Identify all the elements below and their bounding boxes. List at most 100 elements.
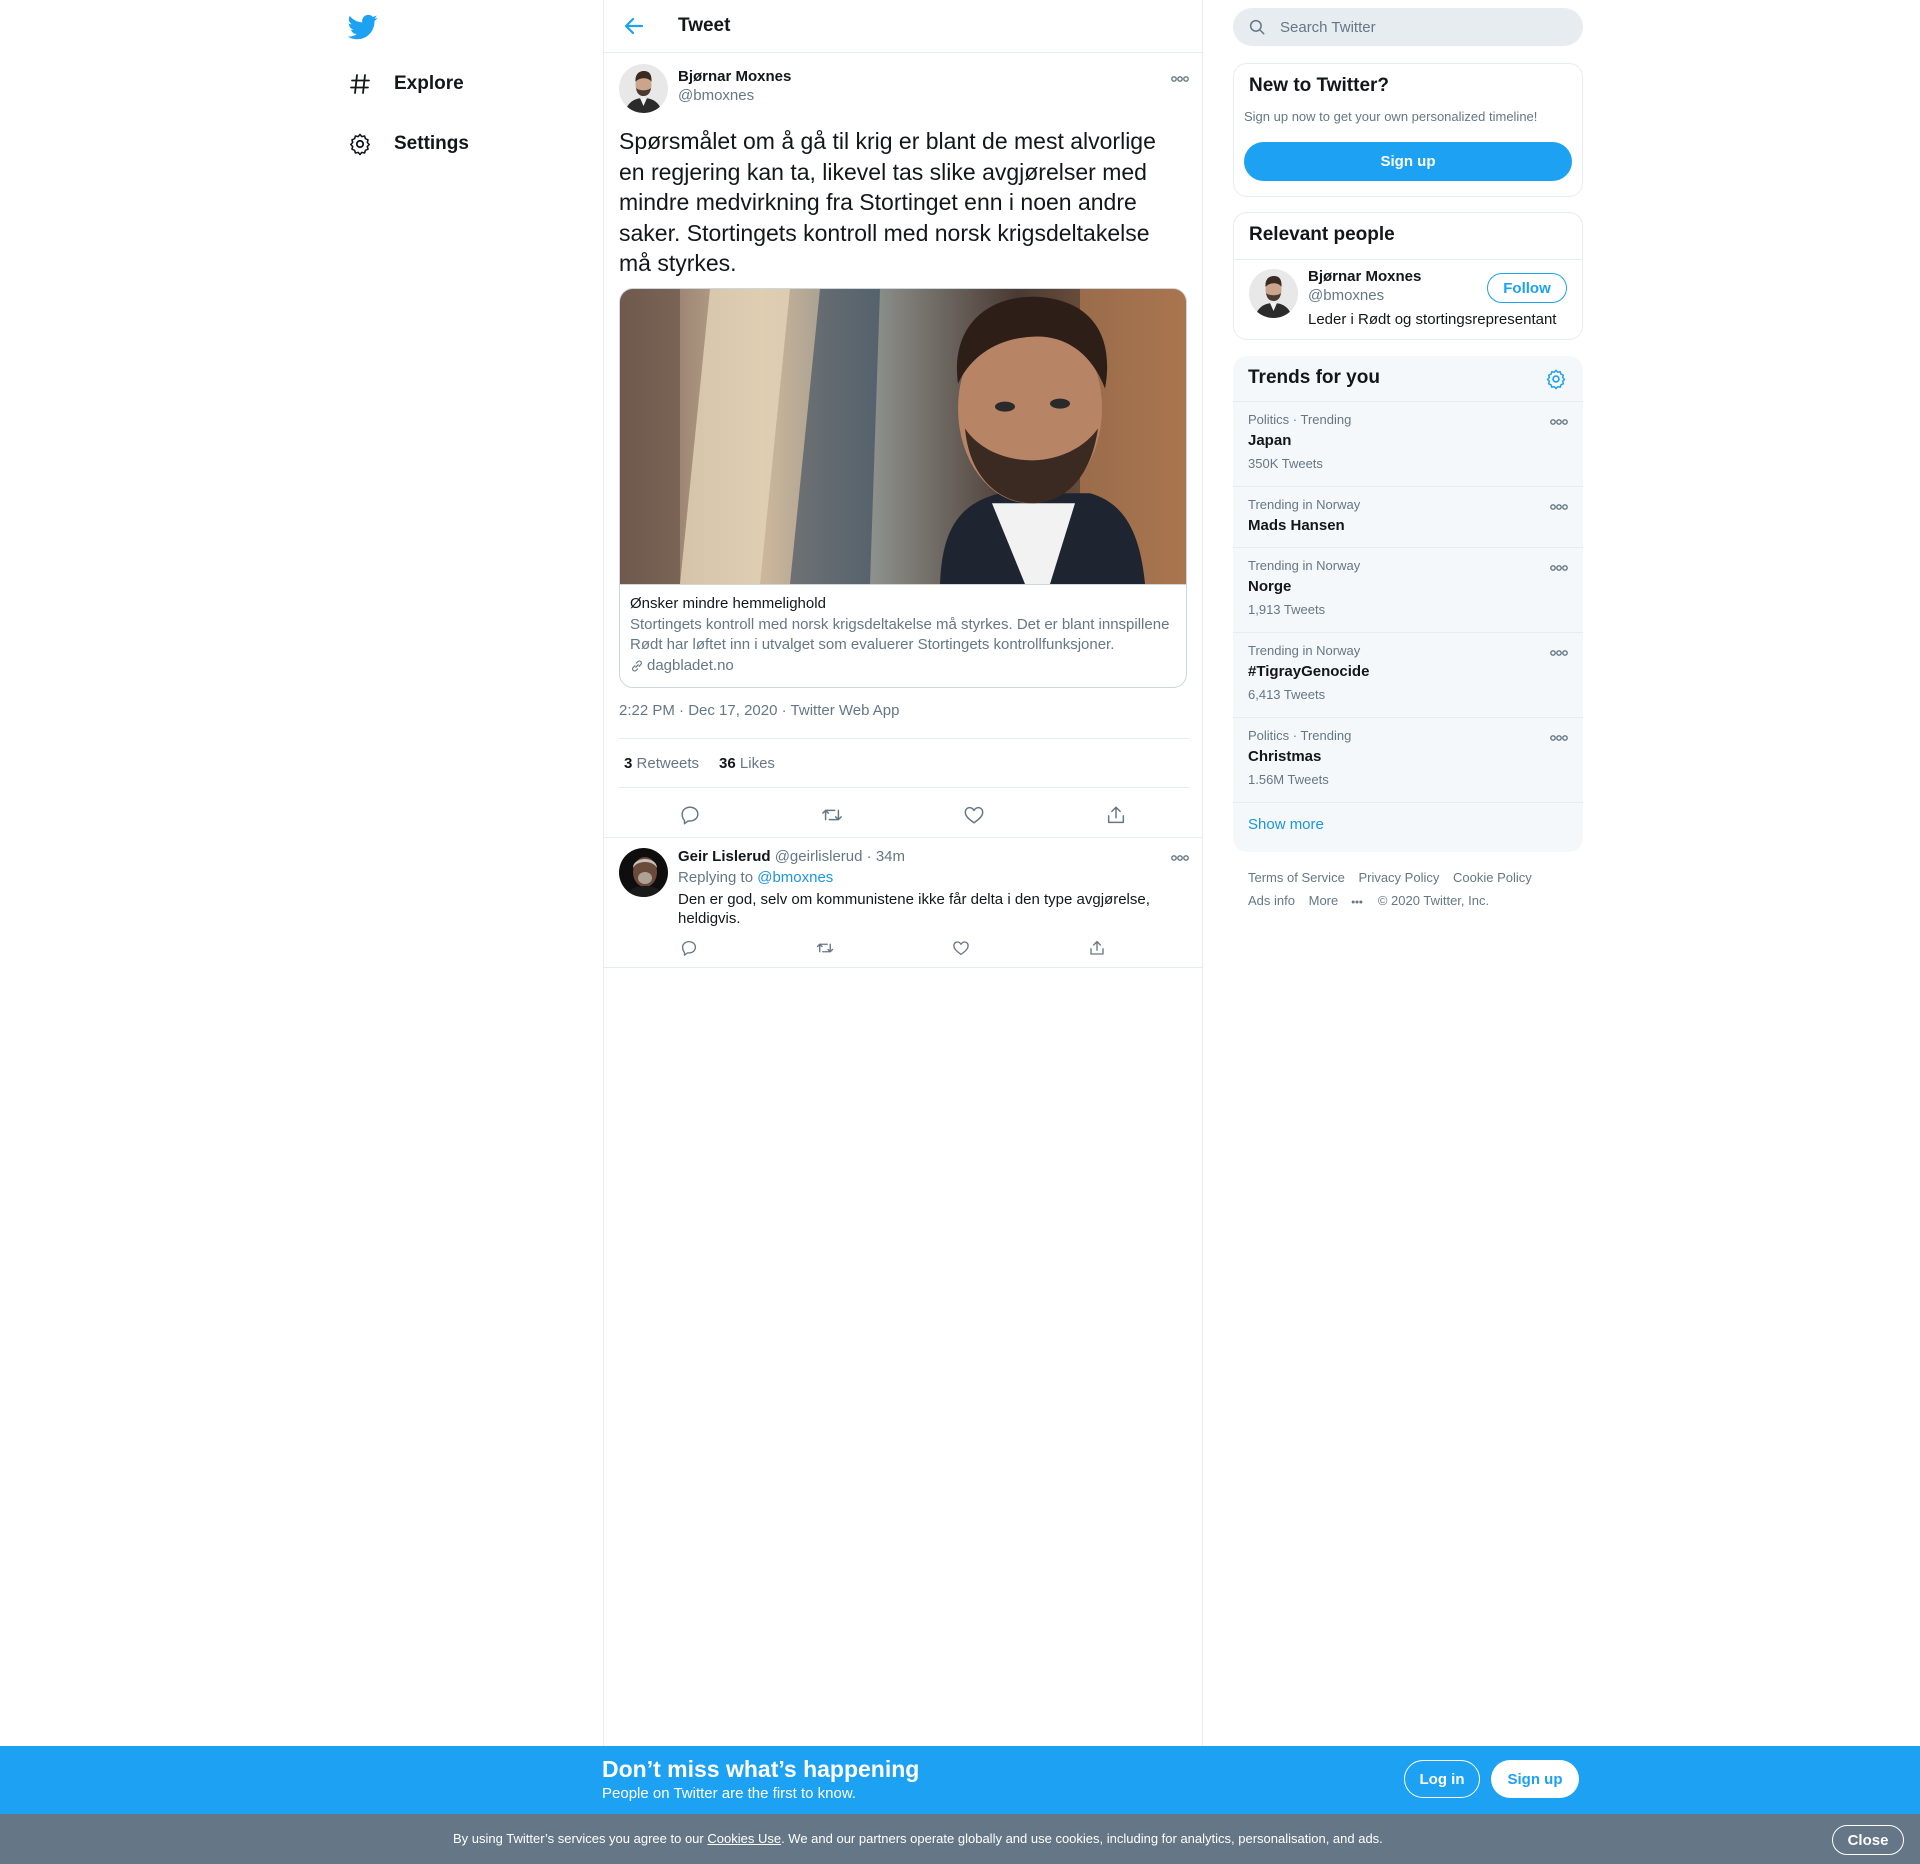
reply-author-handle[interactable]: @geirlislerud <box>775 848 863 865</box>
more-options-icon[interactable] <box>1548 733 1570 743</box>
search-input[interactable] <box>1280 8 1570 46</box>
retweets-stat[interactable]: 3 Retweets <box>624 755 699 772</box>
trend-count: 1,913 Tweets <box>1248 602 1326 617</box>
trend-context: Trending in Norway <box>1248 643 1361 658</box>
footer-link-privacy[interactable]: Privacy Policy <box>1358 870 1439 885</box>
footer-more[interactable]: More <box>1309 893 1365 908</box>
divider <box>604 967 1202 968</box>
footer-link-cookie-policy[interactable]: Cookie Policy <box>1453 870 1532 885</box>
trend-context: Politics · Trending <box>1248 412 1352 427</box>
trend-item[interactable]: Trending in Norway Norge 1,913 Tweets <box>1233 548 1583 633</box>
reply-header: Geir Lislerud @geirlislerud · 34m <box>678 848 905 865</box>
tweet-date[interactable]: Dec 17, 2020 <box>688 702 777 719</box>
trend-item[interactable]: Politics · Trending Japan 350K Tweets <box>1233 402 1583 487</box>
retweet-icon[interactable] <box>816 939 834 957</box>
panel-title: Relevant people <box>1249 224 1395 245</box>
sign-up-button[interactable]: Sign up <box>1244 142 1572 181</box>
trend-context: Trending in Norway <box>1248 558 1361 573</box>
arrow-left-icon[interactable] <box>622 14 646 38</box>
like-icon[interactable] <box>963 804 985 826</box>
card-image <box>620 289 1186 585</box>
tweet-source[interactable]: Twitter Web App <box>791 702 900 719</box>
promo-sign-up-button[interactable]: Sign up <box>1491 1760 1579 1798</box>
retweet-icon[interactable] <box>821 804 843 826</box>
trend-item[interactable]: Politics · Trending Christmas 1.56M Twee… <box>1233 718 1583 803</box>
trend-count: 350K Tweets <box>1248 456 1323 471</box>
reply-icon[interactable] <box>679 804 701 826</box>
trends-panel: Trends for you Politics · Trending Japan… <box>1233 356 1583 852</box>
tweet-time[interactable]: 2:22 PM <box>619 702 675 719</box>
tweet-timestamp: 2:22 PM · Dec 17, 2020 · Twitter Web App <box>619 702 899 719</box>
more-options-icon[interactable] <box>1548 648 1570 658</box>
trend-name: Japan <box>1248 432 1292 449</box>
avatar[interactable] <box>619 848 668 897</box>
footer-link-ads-info[interactable]: Ads info <box>1248 893 1295 908</box>
avatar[interactable] <box>619 64 668 113</box>
likes-count: 36 <box>719 754 736 772</box>
more-options-icon[interactable] <box>1548 563 1570 573</box>
panel-subtitle: Sign up now to get your own personalized… <box>1244 109 1538 124</box>
trend-item[interactable]: Trending in Norway Mads Hansen <box>1233 487 1583 548</box>
more-options-icon[interactable] <box>1169 74 1191 84</box>
likes-stat[interactable]: 36 Likes <box>719 755 775 772</box>
trend-name: Norge <box>1248 578 1292 595</box>
tweet-text: Spørsmålet om å gå til krig er blant de … <box>619 128 1156 276</box>
like-icon[interactable] <box>952 939 970 957</box>
share-icon[interactable] <box>1088 939 1106 957</box>
nav-explore-label: Explore <box>394 73 464 94</box>
log-in-button[interactable]: Log in <box>1404 1760 1480 1798</box>
nav-item-explore[interactable]: Explore <box>348 64 464 104</box>
trend-name: #TigrayGenocide <box>1248 663 1370 680</box>
replying-to-label: Replying to <box>678 869 754 886</box>
new-to-twitter-panel: New to Twitter? Sign up now to get your … <box>1233 63 1583 197</box>
reply-icon[interactable] <box>680 939 698 957</box>
meta-separator: · <box>866 848 872 865</box>
meta-separator: · <box>679 702 685 719</box>
reply-age[interactable]: 34m <box>876 848 905 865</box>
relevant-person-handle[interactable]: @bmoxnes <box>1308 287 1384 304</box>
show-more-link[interactable]: Show more <box>1248 816 1324 833</box>
twitter-bird-icon[interactable] <box>348 12 378 42</box>
trend-name: Mads Hansen <box>1248 517 1345 534</box>
trend-item[interactable]: Trending in Norway #TigrayGenocide 6,413… <box>1233 633 1583 718</box>
more-options-icon[interactable] <box>1548 417 1570 427</box>
page-header: Tweet <box>604 0 1202 53</box>
cookies-use-link[interactable]: Cookies Use <box>707 1831 781 1846</box>
reply-text: Den er god, selv om kommunistene ikke få… <box>678 891 1150 927</box>
avatar[interactable] <box>1249 269 1298 318</box>
cookie-text-after: . We and our partners operate globally a… <box>781 1831 1383 1846</box>
replying-to-mention[interactable]: @bmoxnes <box>757 869 833 886</box>
trend-count: 6,413 Tweets <box>1248 687 1326 702</box>
more-options-icon[interactable] <box>1548 502 1570 512</box>
meta-separator: · <box>781 702 787 719</box>
gear-icon[interactable] <box>1545 368 1567 390</box>
footer-copyright: © 2020 Twitter, Inc. <box>1377 893 1490 908</box>
search-bar <box>1233 8 1583 46</box>
nav-item-settings[interactable]: Settings <box>348 124 469 164</box>
page-title: Tweet <box>678 15 731 36</box>
link-card[interactable]: Ønsker mindre hemmelighold Stortingets k… <box>619 288 1187 688</box>
follow-button[interactable]: Follow <box>1487 273 1567 303</box>
share-icon[interactable] <box>1105 804 1127 826</box>
tweet-author-handle[interactable]: @bmoxnes <box>678 87 754 104</box>
main-column: Tweet Bjørnar Moxnes @bmoxnes Spørsmålet… <box>603 0 1203 1746</box>
relevant-person-name[interactable]: Bjørnar Moxnes <box>1308 268 1421 285</box>
trend-context: Politics · Trending <box>1248 728 1352 743</box>
footer-more-label: More <box>1308 893 1339 908</box>
promo-title: Don’t miss what’s happening <box>602 1756 920 1782</box>
trend-context: Trending in Norway <box>1248 497 1361 512</box>
card-domain: dagbladet.no <box>630 657 734 674</box>
panel-title: Trends for you <box>1248 367 1380 388</box>
more-options-icon[interactable] <box>1169 853 1191 863</box>
close-button[interactable]: Close <box>1832 1825 1904 1855</box>
footer-link-terms[interactable]: Terms of Service <box>1248 870 1345 885</box>
reply-tweet[interactable]: Geir Lislerud @geirlislerud · 34m Replyi… <box>604 838 1202 968</box>
trend-count: 1.56M Tweets <box>1248 772 1329 787</box>
retweets-label: Retweets <box>636 754 700 772</box>
reply-author-name[interactable]: Geir Lislerud <box>678 848 771 865</box>
link-icon <box>632 660 642 671</box>
cookie-text: By using Twitter’s services you agree to… <box>453 1831 1383 1846</box>
more-dots-icon <box>1351 900 1363 904</box>
tweet-author-name[interactable]: Bjørnar Moxnes <box>678 68 791 85</box>
card-description: Stortingets kontroll med norsk krigsdelt… <box>630 616 1170 653</box>
